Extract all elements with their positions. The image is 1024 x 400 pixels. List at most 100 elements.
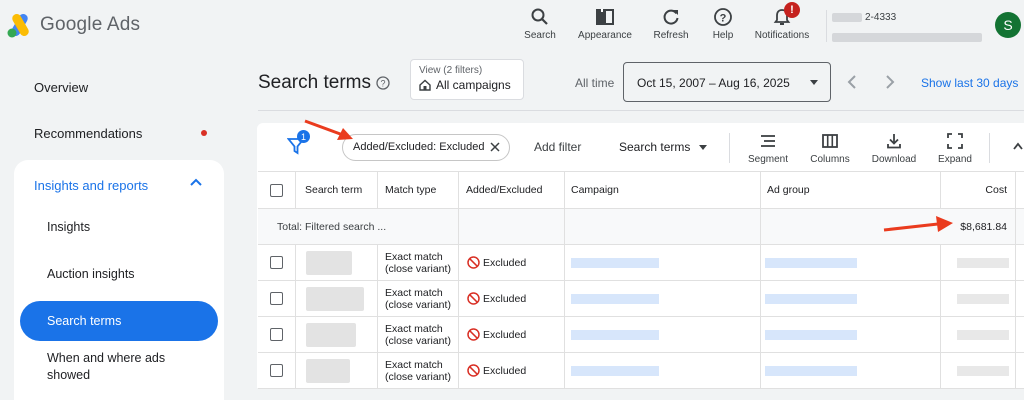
match-type-variant: (close variant) bbox=[385, 262, 451, 275]
help-tool-label: Help bbox=[712, 30, 734, 41]
filter-chip-excluded[interactable]: Added/Excluded: Excluded bbox=[342, 134, 510, 161]
sidebar-item-recommendations[interactable]: Recommendations bbox=[34, 126, 142, 141]
total-label: Total: Filtered search ... bbox=[258, 209, 459, 244]
redacted-search-term bbox=[306, 250, 352, 275]
table-row[interactable]: Exact match (close variant) Excluded bbox=[258, 353, 1024, 389]
svg-text:?: ? bbox=[720, 13, 727, 25]
sidebar-item-when-and-where[interactable]: When and where ads showed bbox=[47, 350, 187, 384]
sidebar-item-insights[interactable]: Insights bbox=[47, 220, 90, 234]
columns-button[interactable]: Columns bbox=[806, 132, 854, 165]
redacted-search-term bbox=[306, 286, 364, 311]
chevron-left-icon[interactable] bbox=[845, 74, 859, 90]
download-label: Download bbox=[871, 154, 917, 165]
column-header-ad-group[interactable]: Ad group bbox=[761, 172, 941, 208]
expand-label: Expand bbox=[938, 154, 972, 165]
segment-button[interactable]: Segment bbox=[744, 132, 792, 165]
column-header-campaign[interactable]: Campaign bbox=[565, 172, 761, 208]
sidebar: Overview Recommendations Insights and re… bbox=[0, 56, 240, 400]
column-header-added-excluded[interactable]: Added/Excluded bbox=[459, 172, 565, 208]
redacted-cost bbox=[957, 329, 1009, 340]
close-icon[interactable] bbox=[489, 141, 501, 153]
svg-text:?: ? bbox=[380, 79, 385, 89]
match-type-variant: (close variant) bbox=[385, 298, 451, 311]
app-name: Google Ads bbox=[40, 14, 141, 35]
appearance-icon bbox=[596, 9, 614, 25]
row-checkbox[interactable] bbox=[270, 256, 283, 269]
download-button[interactable]: Download bbox=[866, 132, 922, 165]
column-header-cost[interactable]: Cost bbox=[941, 172, 1016, 208]
redacted-ad-group bbox=[765, 257, 857, 268]
notifications-tool-label: Notifications bbox=[754, 30, 810, 41]
status-excluded: Excluded bbox=[483, 364, 527, 377]
header-separator bbox=[258, 110, 1024, 111]
segment-label: Segment bbox=[747, 154, 789, 165]
download-icon bbox=[887, 134, 901, 149]
date-preset-label: All time bbox=[575, 76, 615, 90]
search-tool[interactable]: Search bbox=[520, 4, 560, 41]
avatar[interactable]: S bbox=[995, 12, 1021, 38]
match-type-variant: (close variant) bbox=[385, 334, 451, 347]
match-type: Exact match bbox=[385, 250, 443, 263]
match-type: Exact match bbox=[385, 358, 443, 371]
toolbar-divider bbox=[729, 133, 730, 163]
redacted-ad-group bbox=[765, 329, 857, 340]
header-divider bbox=[826, 10, 827, 42]
redacted-ad-group bbox=[765, 365, 857, 376]
excluded-icon bbox=[467, 328, 480, 341]
sidebar-group-insights-and-reports[interactable]: Insights and reports bbox=[34, 178, 148, 193]
add-filter-button[interactable]: Add filter bbox=[534, 140, 581, 154]
table-row[interactable]: Exact match (close variant) Excluded bbox=[258, 281, 1024, 317]
table-row[interactable]: Exact match (close variant) Excluded bbox=[258, 317, 1024, 353]
sidebar-item-overview[interactable]: Overview bbox=[34, 80, 88, 95]
search-icon bbox=[531, 8, 548, 25]
redacted-campaign bbox=[571, 365, 659, 376]
table-row[interactable]: Exact match (close variant) Excluded bbox=[258, 245, 1024, 281]
filter-chip-label: Added/Excluded: Excluded bbox=[353, 141, 485, 153]
google-ads-logo[interactable]: Google Ads bbox=[6, 12, 140, 38]
annotation-arrow-filter bbox=[304, 119, 353, 140]
redacted-search-term bbox=[306, 358, 350, 383]
segment-icon bbox=[761, 135, 775, 147]
help-icon: ? bbox=[714, 8, 732, 26]
excluded-icon bbox=[467, 256, 480, 269]
row-checkbox[interactable] bbox=[270, 292, 283, 305]
redacted-account-name bbox=[832, 13, 862, 22]
redacted-cost bbox=[957, 365, 1009, 376]
sidebar-item-search-terms[interactable]: Search terms bbox=[20, 301, 218, 341]
status-excluded: Excluded bbox=[483, 328, 527, 341]
date-range-picker[interactable]: Oct 15, 2007 – Aug 16, 2025 bbox=[623, 62, 831, 102]
select-all-checkbox[interactable] bbox=[270, 183, 283, 197]
chevron-right-icon[interactable] bbox=[883, 74, 897, 90]
row-checkbox[interactable] bbox=[270, 364, 283, 377]
chevron-up-icon[interactable] bbox=[1012, 141, 1024, 151]
account-id: 2-4333 bbox=[865, 12, 897, 23]
chevron-up-icon[interactable] bbox=[188, 174, 204, 190]
refresh-icon bbox=[663, 9, 679, 25]
columns-label: Columns bbox=[810, 154, 850, 165]
show-last-30-days-link[interactable]: Show last 30 days bbox=[921, 76, 1018, 90]
refresh-tool[interactable]: Refresh bbox=[650, 4, 692, 41]
column-header-match-type[interactable]: Match type bbox=[378, 172, 459, 208]
expand-button[interactable]: Expand bbox=[933, 132, 977, 165]
account-info[interactable]: 2-4333 bbox=[832, 12, 982, 47]
row-checkbox[interactable] bbox=[270, 328, 283, 341]
appearance-tool[interactable]: Appearance bbox=[574, 4, 636, 41]
match-type: Exact match bbox=[385, 322, 443, 335]
redacted-ad-group bbox=[765, 293, 857, 304]
google-ads-logo-icon bbox=[7, 14, 29, 38]
search-terms-dropdown[interactable]: Search terms bbox=[619, 140, 690, 154]
excluded-icon bbox=[467, 364, 480, 377]
redacted-search-term bbox=[306, 322, 356, 347]
caret-down-icon bbox=[699, 145, 707, 150]
help-tool[interactable]: ? Help bbox=[706, 4, 740, 41]
view-selector[interactable]: View (2 filters) All campaigns bbox=[410, 59, 524, 100]
redacted-campaign bbox=[571, 293, 659, 304]
sidebar-item-auction-insights[interactable]: Auction insights bbox=[47, 267, 135, 281]
top-bar: Google Ads Search Appearance Refresh ? H… bbox=[0, 0, 1024, 56]
notifications-tool[interactable]: ! Notifications bbox=[750, 2, 814, 41]
notification-badge: ! bbox=[784, 2, 800, 18]
redacted-campaign bbox=[571, 257, 659, 268]
status-excluded: Excluded bbox=[483, 256, 527, 269]
page-help-icon[interactable]: ? bbox=[376, 76, 390, 90]
column-header-search-term[interactable]: Search term bbox=[296, 172, 378, 208]
